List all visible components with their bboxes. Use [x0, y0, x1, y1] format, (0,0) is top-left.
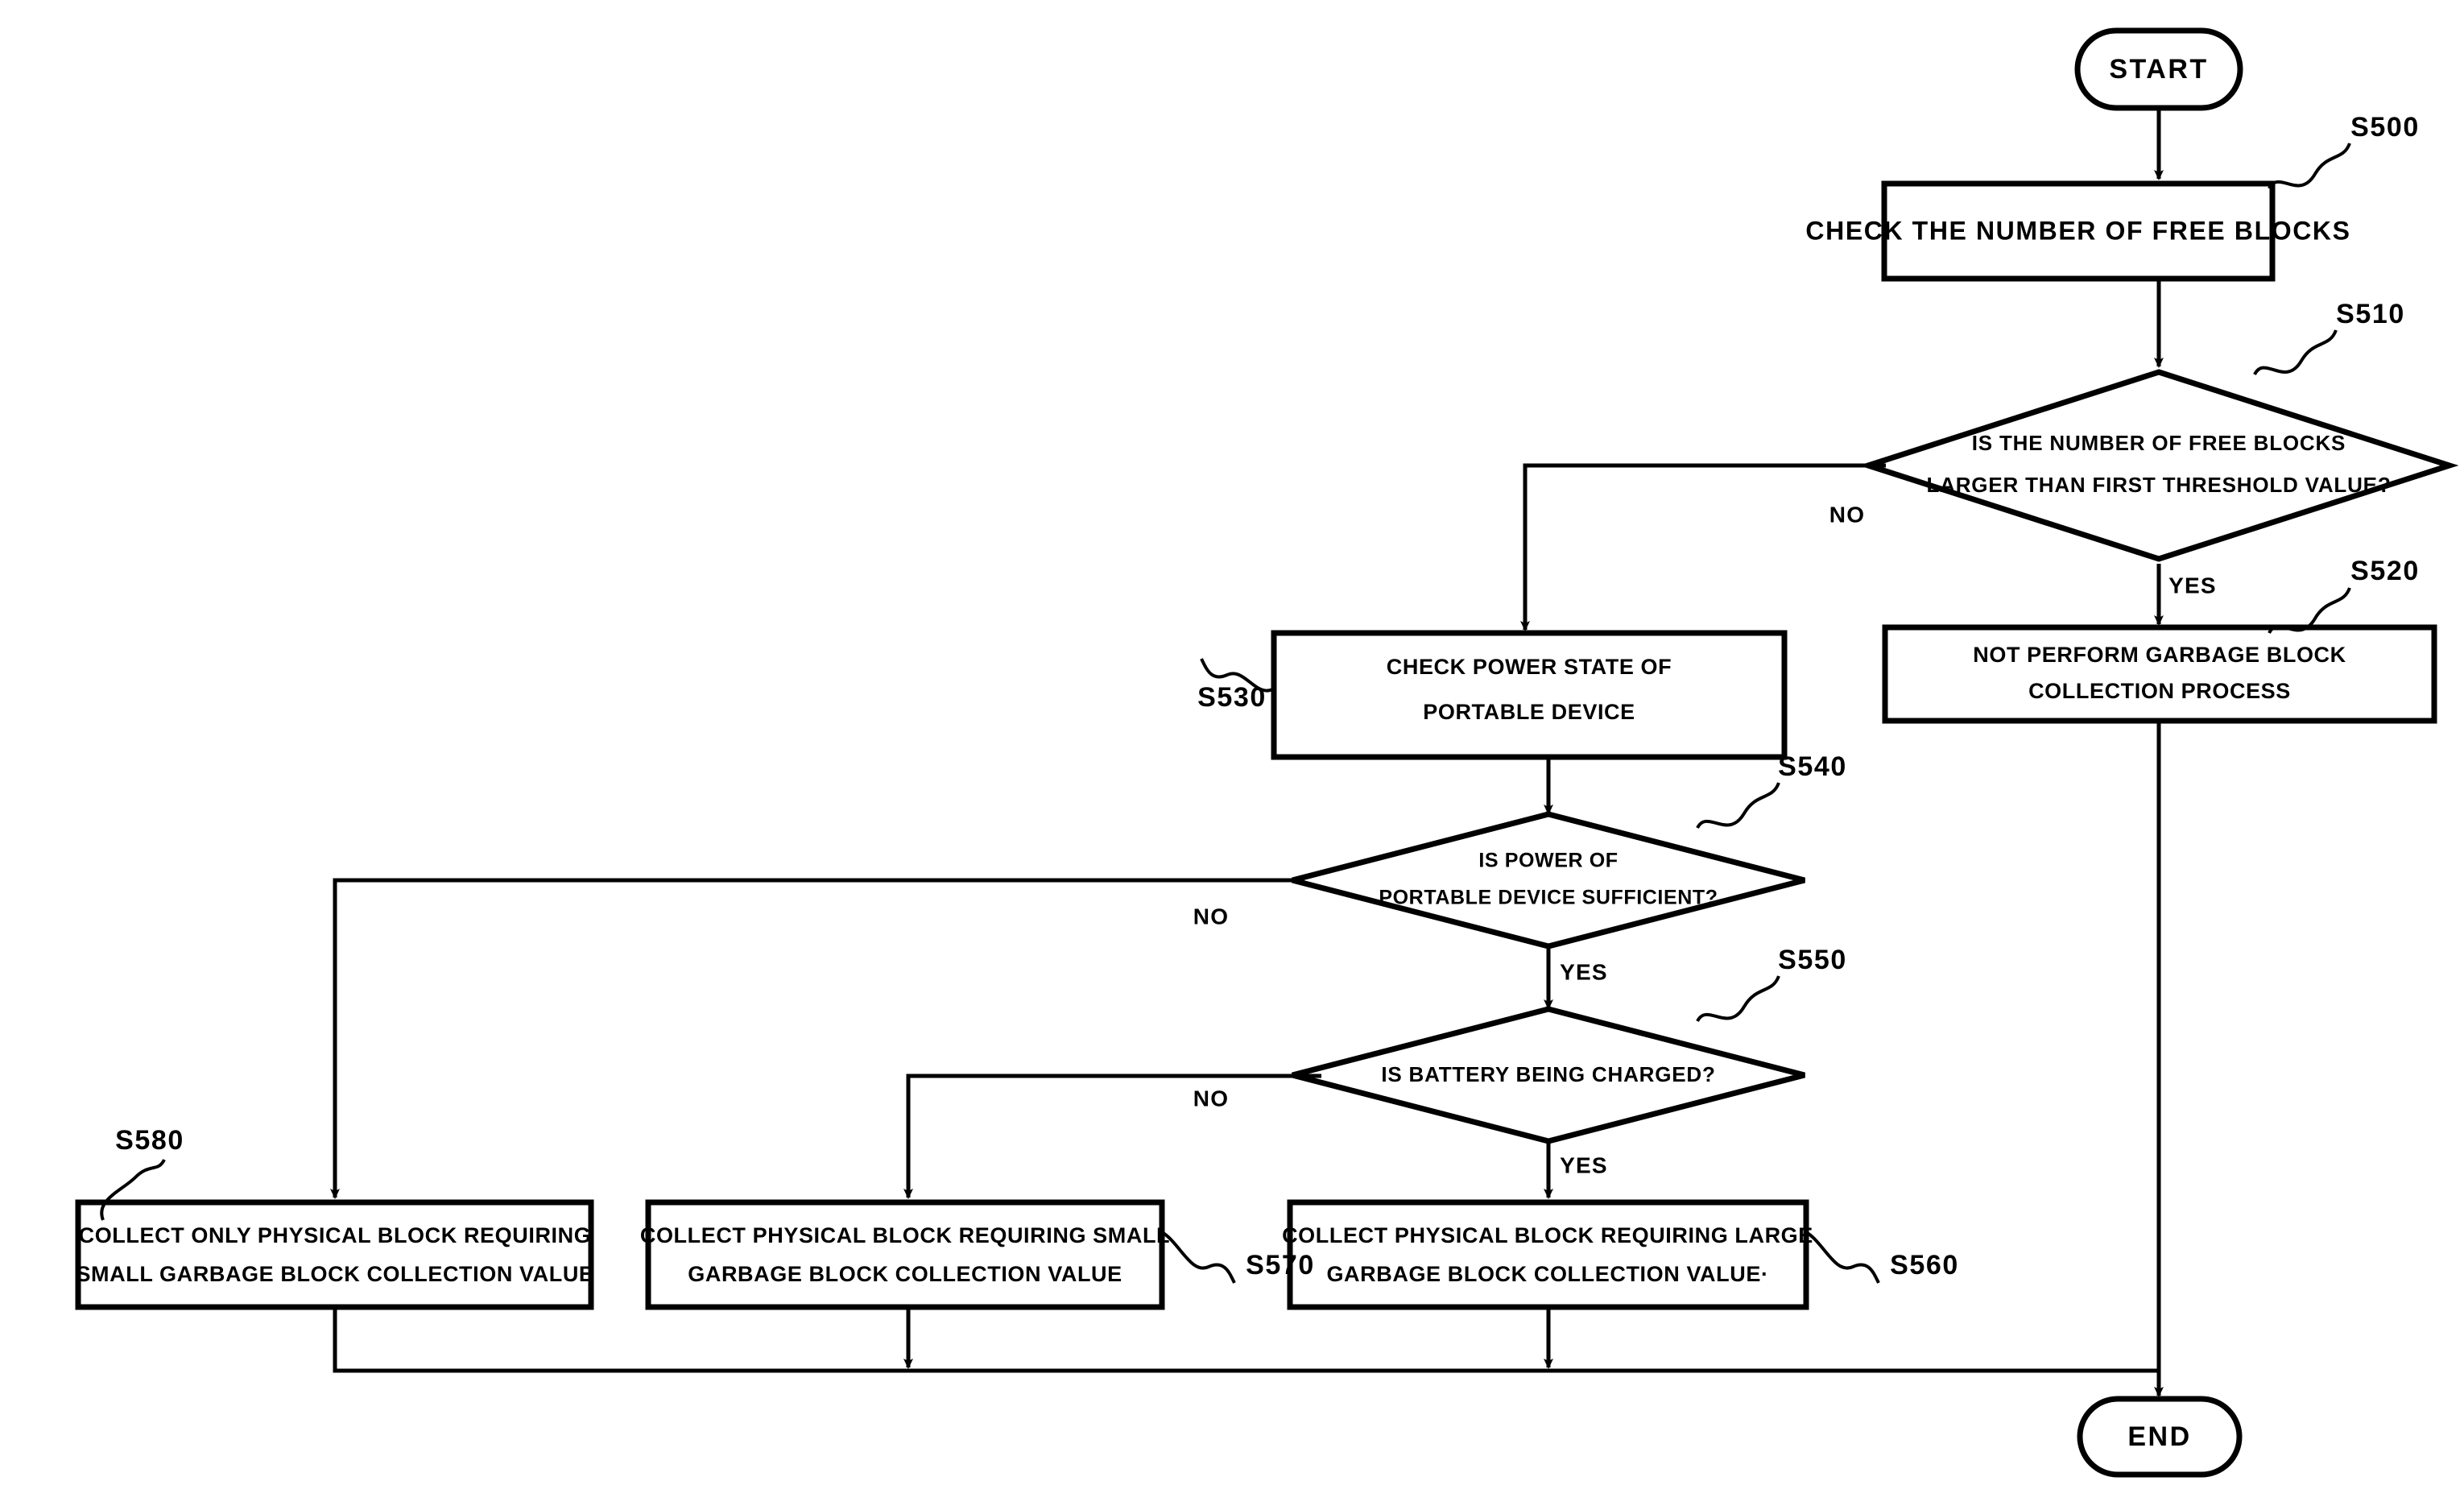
node-s570[interactable]: COLLECT PHYSICAL BLOCK REQUIRING SMALL G… [640, 1199, 1170, 1310]
flowchart-canvas: START CHECK THE NUMBER OF FREE BLOCKS S5… [0, 0, 2464, 1510]
s530-shape [1271, 630, 1788, 760]
s520-label-line2: COLLECTION PROCESS [2028, 679, 2291, 703]
s530-ref-label: S530 [1197, 682, 1267, 713]
s550-no-label: NO [1193, 1086, 1229, 1111]
leader-s510 [2253, 329, 2338, 376]
start-label: START [2109, 54, 2208, 85]
edge-s580-to-merge-bus [333, 1307, 2159, 1373]
s540-label-line2: PORTABLE DEVICE SUFFICIENT? [1379, 887, 1718, 909]
s550-yes-label: YES [1560, 1152, 1608, 1177]
s580-shape [75, 1199, 594, 1310]
node-s500[interactable]: CHECK THE NUMBER OF FREE BLOCKS [1805, 180, 2350, 282]
node-s520[interactable]: NOT PERFORM GARBAGE BLOCK COLLECTION PRO… [1882, 624, 2437, 724]
node-s510[interactable]: IS THE NUMBER OF FREE BLOCKS LARGER THAN… [1858, 369, 2459, 562]
s510-label-line1: IS THE NUMBER OF FREE BLOCKS [1972, 431, 2346, 455]
s560-label-line1: COLLECT PHYSICAL BLOCK REQUIRING LARGE [1282, 1223, 1813, 1247]
s530-label-line1: CHECK POWER STATE OF [1387, 655, 1672, 679]
s520-ref-label: S520 [2350, 556, 2420, 586]
leader-s550 [1696, 975, 1780, 1023]
reference-leaders [100, 143, 2351, 1284]
s570-label-line1: COLLECT PHYSICAL BLOCK REQUIRING SMALL [640, 1223, 1170, 1247]
node-end[interactable]: END [2077, 1396, 2243, 1478]
s560-label-line2: GARBAGE BLOCK COLLECTION VALUE· [1326, 1262, 1768, 1286]
leader-s570 [1160, 1231, 1236, 1284]
s570-shape [645, 1199, 1165, 1310]
s510-yes-label: YES [2168, 573, 2217, 598]
s580-label-line1: COLLECT ONLY PHYSICAL BLOCK REQUIRING [79, 1223, 592, 1247]
s560-shape [1287, 1199, 1809, 1310]
node-s530[interactable]: CHECK POWER STATE OF PORTABLE DEVICE [1271, 630, 1788, 760]
s580-label-line2: SMALL GARBAGE BLOCK COLLECTION VALUE [76, 1262, 593, 1286]
leader-s540 [1696, 782, 1780, 829]
s540-ref-label: S540 [1778, 751, 1847, 782]
s570-label-line2: GARBAGE BLOCK COLLECTION VALUE [688, 1262, 1122, 1286]
s510-ref-label: S510 [2336, 299, 2405, 329]
leader-s500 [2268, 143, 2351, 190]
s580-ref-label: S580 [115, 1125, 184, 1156]
node-s540[interactable]: IS POWER OF PORTABLE DEVICE SUFFICIENT? [1292, 811, 1805, 949]
node-s580[interactable]: COLLECT ONLY PHYSICAL BLOCK REQUIRING SM… [75, 1199, 594, 1310]
node-s550[interactable]: IS BATTERY BEING CHARGED? [1292, 1006, 1805, 1144]
s570-ref-label: S570 [1246, 1250, 1315, 1280]
edge-s510-no-to-s530 [1520, 463, 1886, 631]
edge-s540-no-to-s580 [330, 878, 1304, 1199]
s540-shape [1292, 811, 1805, 949]
s550-ref-label: S550 [1778, 945, 1847, 975]
s550-label-line1: IS BATTERY BEING CHARGED? [1381, 1062, 1715, 1086]
s500-label: CHECK THE NUMBER OF FREE BLOCKS [1805, 216, 2350, 245]
s510-no-label: NO [1829, 502, 1865, 527]
end-label: END [2127, 1421, 2191, 1452]
s510-shape [1858, 369, 2459, 562]
s520-label-line1: NOT PERFORM GARBAGE BLOCK [1973, 643, 2346, 667]
node-start[interactable]: START [2074, 27, 2243, 111]
s540-no-label: NO [1193, 904, 1229, 929]
s500-ref-label: S500 [2350, 112, 2420, 143]
s520-shape [1882, 624, 2437, 724]
node-s560[interactable]: COLLECT PHYSICAL BLOCK REQUIRING LARGE G… [1282, 1199, 1813, 1310]
s540-yes-label: YES [1560, 959, 1608, 984]
s560-ref-label: S560 [1890, 1250, 1959, 1280]
leader-s580 [100, 1158, 166, 1221]
edge-s550-no-to-s570 [903, 1074, 1321, 1199]
s540-label-line1: IS POWER OF [1478, 850, 1618, 872]
s530-label-line2: PORTABLE DEVICE [1423, 700, 1635, 724]
s510-label-line2: LARGER THAN FIRST THRESHOLD VALUE? [1926, 473, 2391, 497]
connectors [330, 108, 2164, 1397]
leader-s560 [1805, 1231, 1880, 1284]
